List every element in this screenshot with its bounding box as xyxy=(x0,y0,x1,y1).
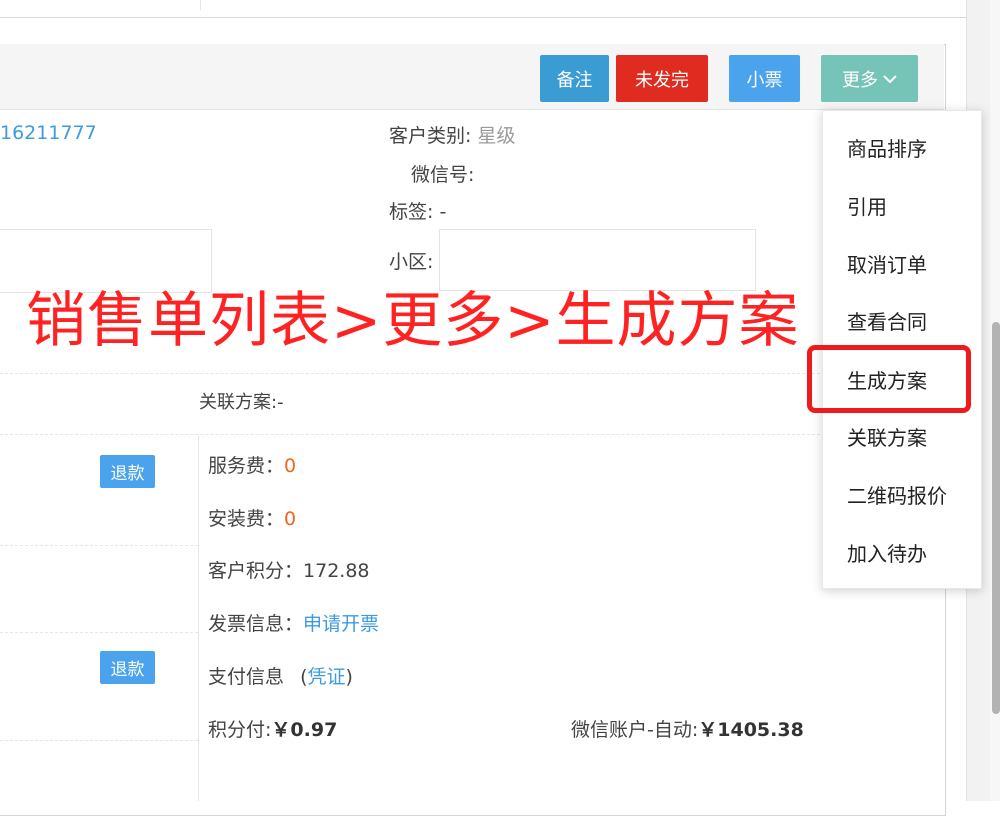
service-fee: 服务费：0 xyxy=(208,451,296,478)
menu-item-quote[interactable]: 引用 xyxy=(847,191,887,220)
unshipped-button-label: 未发完 xyxy=(635,69,689,91)
customer-points-value: 172.88 xyxy=(303,560,370,582)
section-divider xyxy=(0,434,820,435)
invoice-label: 发票信息： xyxy=(208,613,304,635)
install-fee-value: 0 xyxy=(284,508,297,530)
payment-voucher-link[interactable]: 凭证 xyxy=(307,666,345,688)
receipt-button[interactable]: 小票 xyxy=(729,55,800,102)
points-pay-label: 积分付: xyxy=(208,719,272,741)
install-fee-label: 安装费： xyxy=(208,508,285,530)
annotation-caption: 销售单列表>更多>生成方案 xyxy=(26,286,800,356)
unshipped-button[interactable]: 未发完 xyxy=(616,55,708,102)
refund-button[interactable]: 退款 xyxy=(100,651,155,684)
tags-label: 标签: xyxy=(389,201,434,223)
row-divider xyxy=(0,740,198,741)
invoice-info: 发票信息：申请开票 xyxy=(208,609,379,636)
service-fee-value: 0 xyxy=(284,455,297,477)
customer-type-value: 星级 xyxy=(477,125,516,147)
wechat-pay-value: ￥1405.38 xyxy=(698,719,804,741)
column-divider xyxy=(198,436,199,801)
tags-value: - xyxy=(439,201,447,223)
remark-button-label: 备注 xyxy=(556,69,593,91)
more-button[interactable]: 更多 xyxy=(821,55,918,102)
section-divider xyxy=(0,373,820,374)
apply-invoice-link[interactable]: 申请开票 xyxy=(303,613,379,635)
payment-info: 支付信息 (凭证) xyxy=(208,662,353,689)
menu-item-related-plan[interactable]: 关联方案 xyxy=(847,422,927,451)
customer-points: 客户积分：172.88 xyxy=(208,556,370,583)
order-panel-header xyxy=(0,44,944,110)
wechat-label: 微信号: xyxy=(411,164,475,186)
community-label: 小区: xyxy=(389,251,434,273)
refund-button-label: 退款 xyxy=(110,660,145,680)
payment-label: 支付信息 xyxy=(208,666,285,688)
points-pay-value: ￥0.97 xyxy=(271,719,338,741)
menu-item-qrcode-quote[interactable]: 二维码报价 xyxy=(847,480,947,509)
related-plan-text: 关联方案:- xyxy=(199,392,284,413)
customer-type-label: 客户类别: xyxy=(389,125,472,147)
customer-type: 客户类别: 星级 xyxy=(389,121,515,148)
refund-button-label: 退款 xyxy=(110,464,145,484)
wechat-payment: 微信账户-自动:￥1405.38 xyxy=(571,715,804,742)
install-fee: 安装费：0 xyxy=(208,504,296,531)
points-payment: 积分付:￥0.97 xyxy=(208,715,337,742)
payment-close-paren: ) xyxy=(345,666,353,688)
row-divider xyxy=(0,545,198,546)
menu-item-cancel-order[interactable]: 取消订单 xyxy=(847,249,927,278)
menu-item-add-todo[interactable]: 加入待办 xyxy=(847,538,927,567)
chevron-down-icon xyxy=(883,74,897,83)
menu-item-sort-products[interactable]: 商品排序 xyxy=(847,133,927,162)
row-divider xyxy=(0,632,198,633)
receipt-button-label: 小票 xyxy=(746,69,783,91)
tags-row: 标签: - xyxy=(389,197,446,224)
top-info-panel xyxy=(0,0,972,18)
highlight-annotation-box xyxy=(807,345,971,413)
top-panel-divider xyxy=(200,0,201,10)
remark-button[interactable]: 备注 xyxy=(540,55,609,102)
scrollbar-thumb[interactable] xyxy=(992,322,1000,714)
customer-points-label: 客户积分： xyxy=(208,560,304,582)
customer-phone[interactable]: 16211777 xyxy=(0,122,97,144)
more-button-label: 更多 xyxy=(842,69,878,91)
service-fee-label: 服务费： xyxy=(208,455,285,477)
wechat-pay-label: 微信账户-自动: xyxy=(571,719,699,741)
menu-item-view-contract[interactable]: 查看合同 xyxy=(847,306,927,335)
refund-button[interactable]: 退款 xyxy=(100,455,155,488)
